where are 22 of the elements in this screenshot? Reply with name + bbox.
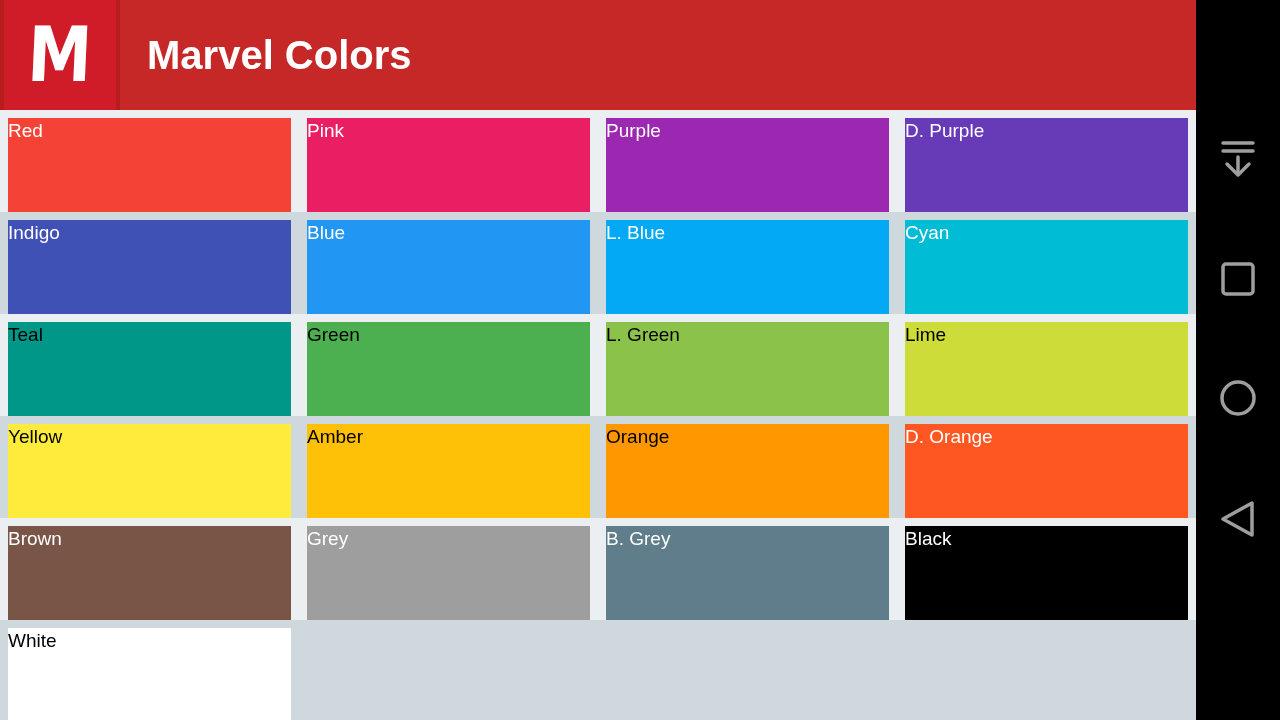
color-swatch[interactable]: Lime <box>905 322 1188 416</box>
color-swatch[interactable]: Pink <box>307 118 590 212</box>
color-swatch[interactable]: Black <box>905 526 1188 620</box>
color-swatch[interactable]: D. Purple <box>905 118 1188 212</box>
recents-square-icon[interactable] <box>1221 262 1255 296</box>
color-swatch[interactable]: Red <box>8 118 291 212</box>
color-swatch[interactable]: Brown <box>8 526 291 620</box>
color-swatch[interactable]: White <box>8 628 291 720</box>
color-swatch[interactable]: Orange <box>606 424 889 518</box>
notification-pull-down-icon[interactable] <box>1221 140 1255 178</box>
app-title: Marvel Colors <box>147 32 412 79</box>
color-swatch[interactable]: Teal <box>8 322 291 416</box>
color-swatch[interactable]: Purple <box>606 118 889 212</box>
color-swatch[interactable]: Amber <box>307 424 590 518</box>
color-swatch[interactable]: Green <box>307 322 590 416</box>
color-swatch[interactable]: L. Green <box>606 322 889 416</box>
logo-letter: M <box>26 17 94 93</box>
back-triangle-icon[interactable] <box>1220 500 1256 538</box>
color-swatch[interactable]: Indigo <box>8 220 291 314</box>
color-swatch[interactable]: B. Grey <box>606 526 889 620</box>
home-circle-icon[interactable] <box>1220 380 1256 416</box>
color-swatch[interactable]: Yellow <box>8 424 291 518</box>
